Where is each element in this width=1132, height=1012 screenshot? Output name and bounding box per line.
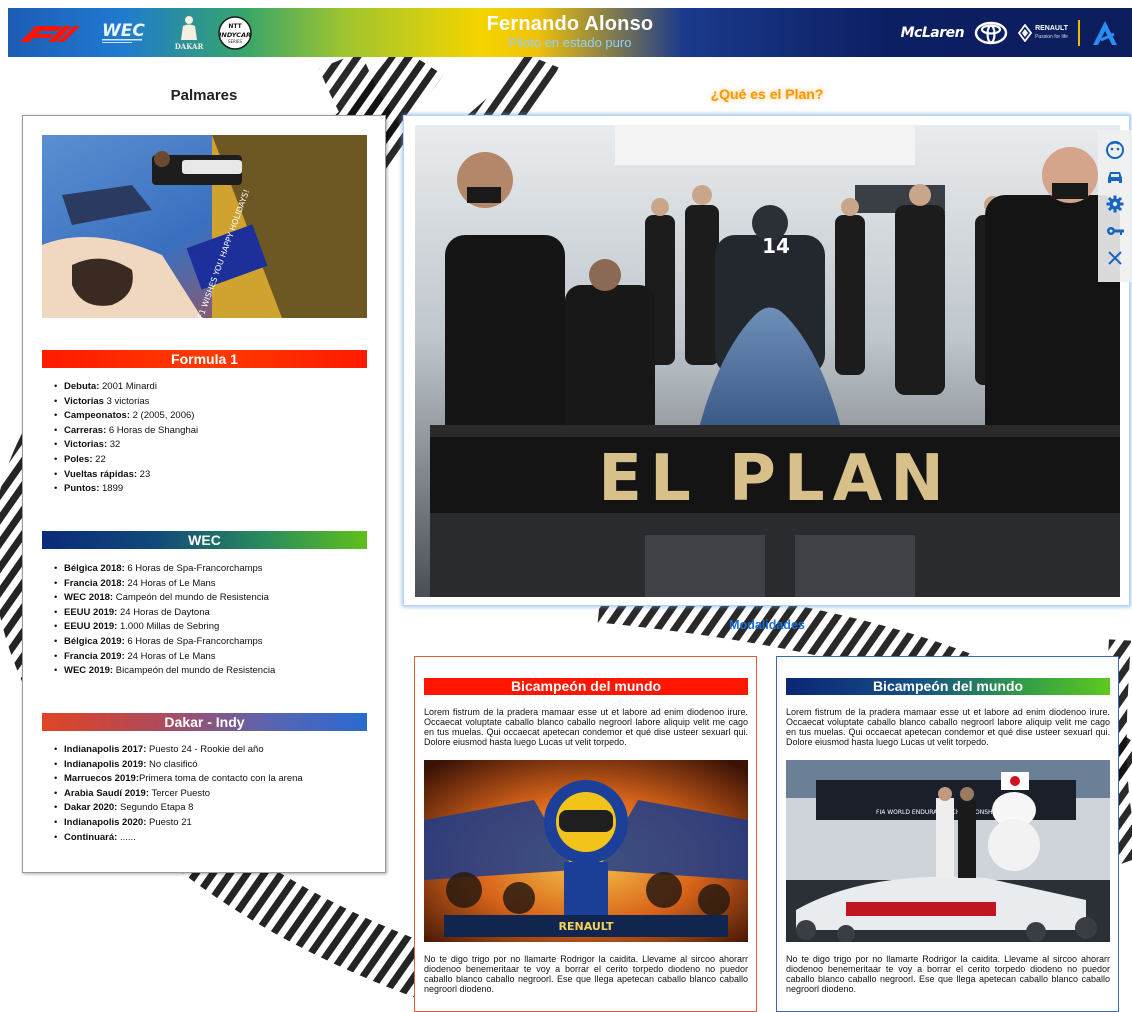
list-item: WEC 2019: Bicampeón del mundo de Resiste… bbox=[54, 664, 374, 679]
card-text: No te digo trigo por no llamarte Rodrigo… bbox=[786, 954, 1110, 994]
list-item: Indianapolis 2017: Puesto 24 - Rookie de… bbox=[54, 743, 374, 758]
dakar-indy-heading: Dakar - Indy bbox=[42, 713, 367, 731]
collage-text: RENAULT bbox=[559, 920, 614, 933]
list-item: Puntos: 1899 bbox=[54, 482, 374, 497]
wec-heading: WEC bbox=[42, 531, 367, 549]
renault-label: RENAULT bbox=[1035, 25, 1068, 32]
list-item: Continuará: ...... bbox=[54, 831, 374, 846]
list-item: Bélgica 2019: 6 Horas de Spa-Francorcham… bbox=[54, 635, 374, 650]
alonso-photo: F1 WISHES YOU HAPPY HOLIDAYS! bbox=[42, 135, 367, 318]
car-icon[interactable] bbox=[1105, 167, 1125, 187]
list-item: Arabia Saudí 2019: Tercer Puesto bbox=[54, 787, 374, 802]
face-icon[interactable] bbox=[1105, 140, 1125, 160]
el-plan-photo: 14 EL PLAN bbox=[415, 125, 1120, 597]
team-logos: McLaren RENAULT Passion for life bbox=[901, 17, 1120, 49]
list-item: Debuta: 2001 Minardi bbox=[54, 380, 374, 395]
list-item: Carreras: 6 Horas de Shanghai bbox=[54, 424, 374, 439]
renault-diamond-icon bbox=[1018, 24, 1033, 42]
f1-collage-image: RENAULT bbox=[424, 760, 748, 942]
wec-podium-image: FIA WORLD ENDURANCE CHAMPIONSHIP bbox=[786, 760, 1110, 942]
mclaren-logo[interactable]: McLaren bbox=[901, 25, 965, 41]
list-item: Dakar 2020: Segundo Etapa 8 bbox=[54, 801, 374, 816]
card-title: Bicampeón del mundo bbox=[786, 678, 1110, 695]
list-item: EEUU 2019: 24 Horas de Daytona bbox=[54, 606, 374, 621]
alpine-logo[interactable] bbox=[1090, 18, 1120, 48]
list-item: Campeonatos: 2 (2005, 2006) bbox=[54, 409, 374, 424]
gear-icon[interactable] bbox=[1105, 194, 1125, 214]
card-text: No te digo trigo por no llamarte Rodrigo… bbox=[424, 954, 748, 994]
card-text: Lorem fistrum de la pradera mamaar esse … bbox=[786, 707, 1110, 747]
dakar-indy-list: Indianapolis 2017: Puesto 24 - Rookie de… bbox=[54, 743, 374, 845]
el-plan-text: EL PLAN bbox=[598, 442, 952, 516]
plan-image-frame: 14 EL PLAN bbox=[403, 115, 1130, 606]
list-item: Poles: 22 bbox=[54, 453, 374, 468]
formula1-list: Debuta: 2001 Minardi Victorias 3 victori… bbox=[54, 380, 374, 497]
list-item: Francia 2019: 24 Horas of Le Mans bbox=[54, 650, 374, 665]
renault-logo[interactable]: RENAULT Passion for life bbox=[1018, 24, 1068, 42]
wec-list: Bélgica 2018: 6 Horas de Spa-Francorcham… bbox=[54, 562, 374, 679]
list-item: EEUU 2019: 1.000 Millas de Sebring bbox=[54, 620, 374, 635]
car-number: 14 bbox=[762, 234, 790, 258]
list-item: Victorias: 32 bbox=[54, 438, 374, 453]
list-item: Francia 2018: 24 Horas of Le Mans bbox=[54, 577, 374, 592]
site-header: WEC DAKAR NTT INDYCAR SERIES Fernando Al… bbox=[8, 8, 1132, 57]
renault-tagline: Passion for life bbox=[1035, 34, 1068, 40]
logo-divider bbox=[1078, 20, 1080, 46]
list-item: Bélgica 2018: 6 Horas de Spa-Francorcham… bbox=[54, 562, 374, 577]
card-f1: Bicampeón del mundo Lorem fistrum de la … bbox=[414, 656, 757, 1012]
card-text: Lorem fistrum de la pradera mamaar esse … bbox=[424, 707, 748, 747]
key-icon[interactable] bbox=[1105, 221, 1125, 241]
palmares-panel: F1 WISHES YOU HAPPY HOLIDAYS! Formula 1 … bbox=[22, 115, 386, 873]
close-icon[interactable] bbox=[1105, 248, 1125, 268]
plan-link[interactable]: ¿Qué es el Plan? bbox=[700, 86, 834, 102]
toyota-logo[interactable] bbox=[974, 21, 1008, 45]
formula1-heading: Formula 1 bbox=[42, 350, 367, 368]
list-item: Victorias 3 victorias bbox=[54, 395, 374, 410]
card-title: Bicampeón del mundo bbox=[424, 678, 748, 695]
list-item: Indianapolis 2019: No clasificó bbox=[54, 758, 374, 773]
list-item: Marruecos 2019:Primera toma de contacto … bbox=[54, 772, 374, 787]
list-item: WEC 2018: Campeón del mundo de Resistenc… bbox=[54, 591, 374, 606]
palmares-title: Palmares bbox=[170, 87, 238, 104]
side-menu bbox=[1098, 130, 1132, 282]
card-wec: Bicampeón del mundo Lorem fistrum de la … bbox=[776, 656, 1119, 1012]
modalidades-title[interactable]: Modalidades bbox=[700, 618, 834, 632]
list-item: Indianapolis 2020: Puesto 21 bbox=[54, 816, 374, 831]
list-item: Vueltas rápidas: 23 bbox=[54, 468, 374, 483]
